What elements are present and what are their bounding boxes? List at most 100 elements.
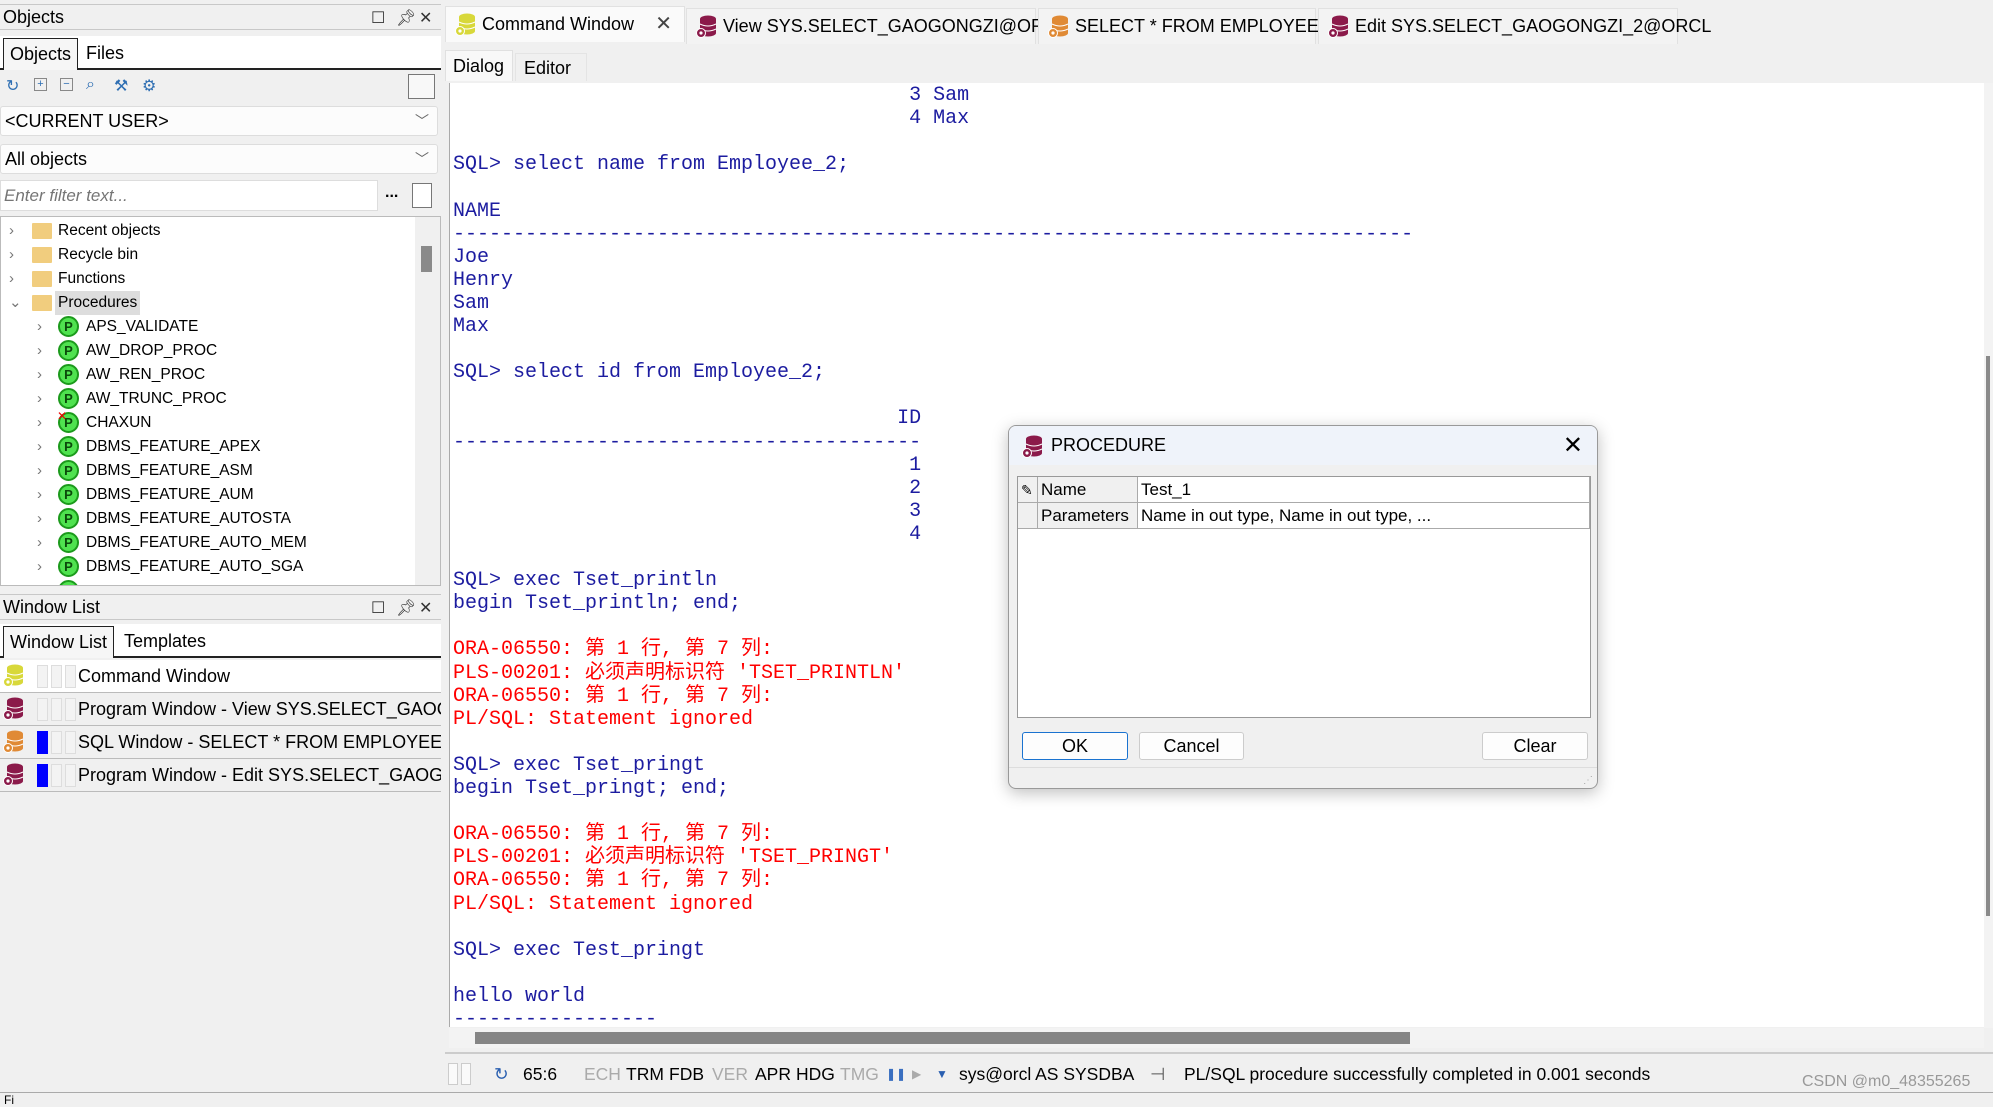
tab-dialog[interactable]: Dialog [445,50,513,81]
toolbar-extra-button[interactable] [408,74,435,99]
resize-grip-icon[interactable]: ⋰ [1583,775,1593,786]
procedure-icon: P [58,340,79,361]
tree-procedure[interactable]: › P DBMS_FEATURE_AUTO_MEM [1,531,411,555]
console-error-line: ORA-06550: 第 1 行, 第 7 列: [453,823,774,847]
status-flag-hdg[interactable]: HDG [796,1061,835,1087]
tree-procedure[interactable]: › P AW_REN_PROC [1,363,411,387]
vertical-scrollbar-thumb[interactable] [1986,356,1990,916]
chevron-right-icon[interactable]: › [9,219,14,243]
horizontal-scrollbar-thumb[interactable] [475,1032,1410,1044]
status-indicator [65,665,76,688]
user-combo[interactable]: <CURRENT USER> ﹀ [0,106,438,136]
window-list-item[interactable]: Program Window - View SYS.SELECT_GAOGONG… [0,693,441,726]
editor-tab[interactable]: Edit SYS.SELECT_GAOGONGZI_2@ORCL [1318,8,1711,44]
tree-procedure[interactable]: › P DBMS_FEATURE_AUTOSTA [1,507,411,531]
tab-objects[interactable]: Objects [3,38,79,70]
tree-procedure-label: DBMS_FEATURE_APEX [86,438,261,455]
status-flag-ech[interactable]: ECH [584,1061,621,1087]
window-list-item[interactable]: SQL Window - SELECT * FROM EMPLOYEE_2; [0,726,441,759]
tab-window-list[interactable]: Window List [3,626,115,658]
filter-input[interactable] [0,180,378,211]
procedure-icon [58,580,79,585]
editor-tab[interactable]: Command Window ✕ [445,6,685,42]
dialog-title: PROCEDURE [1051,435,1167,455]
chevron-right-icon[interactable]: › [9,267,14,291]
chevron-right-icon[interactable]: › [37,531,42,555]
object-type-combo[interactable]: All objects ﹀ [0,144,438,174]
horizontal-scrollbar[interactable] [449,1028,1984,1048]
tab-editor[interactable]: Editor [515,53,587,81]
tree-procedure[interactable]: › P APS_VALIDATE [1,315,411,339]
close-icon[interactable]: ✕ [419,7,432,31]
play-icon[interactable]: ▶ [912,1061,921,1087]
chevron-right-icon[interactable]: › [37,411,42,435]
pin-icon[interactable]: 📌︎ [396,7,416,31]
window-list-item[interactable]: Command Window [0,660,441,693]
close-icon[interactable]: ✕ [1563,426,1583,465]
collapse-icon[interactable]: − [60,78,73,91]
ok-button[interactable]: OK [1022,732,1128,760]
tree-procedure[interactable]: › P DBMS_FEATURE_AUM [1,483,411,507]
expand-icon[interactable]: + [34,78,47,91]
clear-button[interactable]: Clear [1482,732,1588,760]
status-flag-ver[interactable]: VER [712,1061,748,1087]
tree-folder[interactable]: › Functions [1,267,411,291]
refresh-icon[interactable]: ↻ [494,1061,509,1087]
cursor-position: 65:6 [523,1064,558,1084]
tree-procedure-label: AW_DROP_PROC [86,342,218,359]
properties-icon[interactable]: ⚙ [142,76,156,96]
chevron-right-icon[interactable]: › [37,363,42,387]
tree-folder[interactable]: › Recent objects [1,219,411,243]
tree-procedure[interactable]: › P ✕ CHAXUN [1,409,411,435]
tree-folder-label: Procedures [55,291,141,315]
filter-more-button[interactable]: ... [385,184,398,202]
compile-icon[interactable]: ⚒ [114,76,128,96]
status-flag-apr[interactable]: APR [755,1061,791,1087]
close-tab-icon[interactable]: ✕ [655,7,672,41]
chevron-right-icon[interactable]: › [37,507,42,531]
tree-procedure[interactable]: › P DBMS_FEATURE_AUTO_SGA [1,555,411,579]
console-line: 4 [453,522,922,546]
tree-procedure[interactable]: › P AW_DROP_PROC [1,339,411,363]
window-list-item[interactable]: Program Window - Edit SYS.SELECT_GAOGONG… [0,759,441,792]
status-flag-trm[interactable]: TRM [626,1061,664,1087]
new-filter-icon[interactable] [412,183,432,208]
connection-info[interactable]: sys@orcl AS SYSDBA [959,1061,1134,1087]
editor-tab[interactable]: View SYS.SELECT_GAOGONGZI@ORCL [686,8,1067,44]
chevron-right-icon[interactable]: › [37,459,42,483]
chevron-right-icon[interactable]: › [37,387,42,411]
dropdown-arrow-icon[interactable]: ▼ [936,1061,948,1087]
chevron-right-icon[interactable]: › [37,315,42,339]
vertical-scrollbar[interactable] [1984,83,1993,1028]
tree-procedure[interactable]: › P DBMS_FEATURE_APEX [1,435,411,459]
pause-icon[interactable]: ❚❚ [886,1061,906,1087]
tree-folder[interactable]: › Recycle bin [1,243,411,267]
chevron-down-icon[interactable]: ⌄ [9,291,22,315]
pin-icon[interactable]: 📌︎ [396,597,416,621]
tree-folder-label: Recent objects [58,222,161,239]
find-icon[interactable]: ⌕ [86,76,95,94]
maximize-icon[interactable]: ☐ [371,597,385,621]
close-icon[interactable]: ✕ [419,597,432,621]
tree-folder[interactable]: ⌄ Procedures [1,291,411,315]
tree-scrollbar[interactable] [415,217,440,585]
tree-procedure[interactable]: › P DBMS_FEATURE_ASM [1,459,411,483]
tab-templates[interactable]: Templates [118,626,212,658]
console-line: begin Tset_println; end; [453,592,742,616]
editor-tab[interactable]: SELECT * FROM EMPLOYEE_2; [1038,8,1344,44]
cancel-button[interactable]: Cancel [1139,732,1244,760]
parameters-field[interactable]: Name in out type, Name in out type, ... [1138,503,1590,529]
status-flag-tmg[interactable]: TMG [840,1061,879,1087]
refresh-icon[interactable]: ↻ [6,76,19,96]
chevron-right-icon[interactable]: › [37,435,42,459]
chevron-right-icon[interactable]: › [37,339,42,363]
name-field[interactable]: Test_1 [1138,477,1590,503]
chevron-right-icon[interactable]: › [37,555,42,579]
status-flag-fdb[interactable]: FDB [669,1061,704,1087]
chevron-right-icon[interactable]: › [9,243,14,267]
tab-files[interactable]: Files [80,38,130,70]
chevron-right-icon[interactable]: › [37,483,42,507]
maximize-icon[interactable]: ☐ [371,7,385,31]
status-indicator [51,665,62,688]
tree-scrollbar-thumb[interactable] [421,246,432,272]
